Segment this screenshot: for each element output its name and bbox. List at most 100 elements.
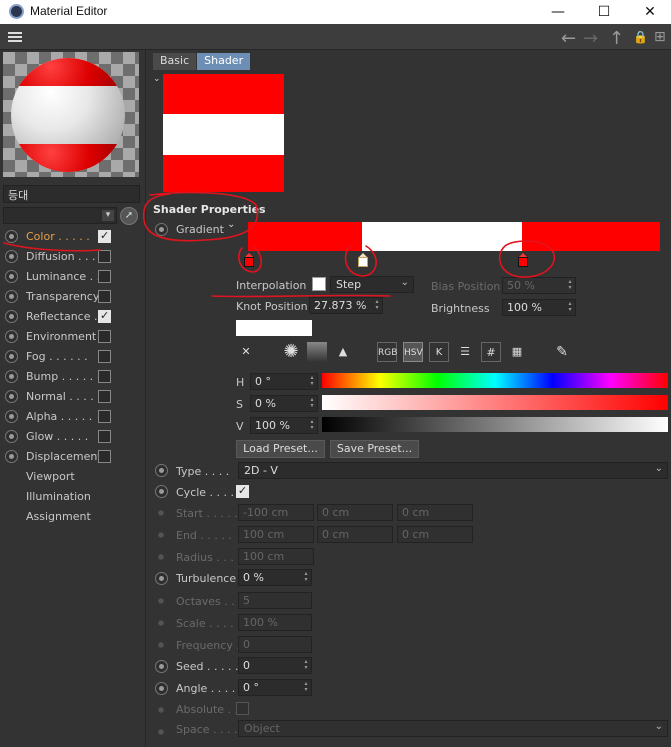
chevron-down-icon[interactable]: ▾ (102, 210, 114, 221)
knot-color-swatch[interactable] (236, 320, 312, 336)
radius-field[interactable]: 100 cm (238, 548, 314, 565)
channel-keyframe-radio[interactable] (5, 390, 18, 403)
cycle-keyframe-radio[interactable] (155, 485, 168, 498)
channel-row[interactable]: Diffusion . . . (0, 247, 145, 267)
channel-row[interactable]: Reflectance . (0, 307, 145, 327)
channel-enable-checkbox[interactable] (98, 430, 111, 443)
close-button[interactable]: ✕ (630, 0, 670, 24)
channel-keyframe-radio[interactable] (5, 310, 18, 323)
scale-field[interactable]: 100 % (238, 614, 312, 631)
color-image-icon[interactable] (307, 342, 327, 362)
channel-keyframe-radio[interactable] (5, 370, 18, 383)
minimize-button[interactable]: — (538, 0, 578, 24)
channel-enable-checkbox[interactable] (98, 309, 111, 323)
load-preset-button[interactable]: Load Preset... (236, 440, 325, 458)
seed-keyframe-radio[interactable] (155, 660, 168, 673)
type-dropdown[interactable]: 2D - V ⌄ (238, 462, 668, 479)
channel-keyframe-radio[interactable] (5, 250, 18, 263)
h-field[interactable]: 0 ° ▴ ▾ (250, 373, 318, 390)
tab-basic[interactable]: Basic (153, 53, 197, 70)
channel-row[interactable]: Alpha . . . . . (0, 407, 145, 427)
turbulence-field[interactable]: 0 % ▴ ▾ (238, 569, 312, 586)
up-arrow-icon[interactable]: ↑ (609, 28, 624, 49)
channel-enable-checkbox[interactable] (98, 350, 111, 363)
end-x-field[interactable]: 100 cm (238, 526, 314, 543)
channel-keyframe-radio[interactable] (5, 290, 18, 303)
channel-row[interactable]: Normal . . . . (0, 387, 145, 407)
channel-keyframe-radio[interactable] (5, 410, 18, 423)
frequency-field[interactable]: 0 (238, 636, 312, 653)
pick-object-icon[interactable]: ➚ (120, 207, 138, 225)
gradient-menu-chevron-icon[interactable]: ⌄ (227, 219, 235, 230)
channel-row[interactable]: Displacement (0, 447, 145, 467)
color-mountain-icon[interactable]: ▲ (333, 342, 353, 362)
value-slider[interactable] (322, 417, 668, 432)
collapse-arrow-icon[interactable]: ⌄ (153, 74, 161, 84)
saturation-slider[interactable] (322, 395, 668, 410)
channel-row[interactable]: Bump . . . . . (0, 367, 145, 387)
type-keyframe-radio[interactable] (155, 464, 168, 477)
tab-shader[interactable]: Shader (197, 53, 251, 70)
lock-icon[interactable]: 🔒 (633, 30, 648, 44)
space-dropdown[interactable]: Object ⌄ (238, 720, 668, 737)
gradient-knot-1[interactable] (244, 253, 254, 267)
channel-row[interactable]: Transparency (0, 287, 145, 307)
channel-row[interactable]: Color . . . . . (0, 227, 145, 247)
hsv-mode-button[interactable]: HSV (403, 342, 423, 362)
channel-enable-checkbox[interactable] (98, 229, 111, 243)
start-y-field[interactable]: 0 cm (317, 504, 393, 521)
back-arrow-icon[interactable]: ← (561, 28, 576, 49)
channel-keyframe-radio[interactable] (5, 230, 18, 243)
channel-row[interactable]: Environment (0, 327, 145, 347)
channel-enable-checkbox[interactable] (98, 290, 111, 303)
kelvin-mode-button[interactable]: K (429, 342, 449, 362)
save-preset-button[interactable]: Save Preset... (330, 440, 419, 458)
channel-enable-checkbox[interactable] (98, 370, 111, 383)
channel-enable-checkbox[interactable] (98, 410, 111, 423)
interpolation-dropdown[interactable]: Step ⌄ (330, 276, 414, 293)
channel-row[interactable]: Luminance . . (0, 267, 145, 287)
channel-viewport[interactable]: Viewport (26, 470, 75, 483)
seed-field[interactable]: 0 ▴ ▾ (238, 657, 312, 674)
angle-keyframe-radio[interactable] (155, 682, 168, 695)
eyedropper-icon[interactable]: ✎ (552, 342, 572, 362)
rgb-mode-button[interactable]: RGB (377, 342, 397, 362)
end-z-field[interactable]: 0 cm (397, 526, 473, 543)
bias-position-field[interactable]: 50 % ▴ ▾ (502, 277, 576, 294)
octaves-field[interactable]: 5 (238, 592, 312, 609)
sliders-icon[interactable]: ☰ (455, 342, 475, 362)
material-preview[interactable] (3, 52, 139, 177)
knot-position-field[interactable]: 27.873 % ▴ ▾ (309, 297, 383, 314)
channel-keyframe-radio[interactable] (5, 450, 18, 463)
channel-assignment[interactable]: Assignment (26, 510, 91, 523)
end-y-field[interactable]: 0 cm (317, 526, 393, 543)
channel-enable-checkbox[interactable] (98, 270, 111, 283)
turbulence-keyframe-radio[interactable] (155, 572, 168, 585)
cycle-checkbox[interactable]: ✓ (236, 485, 249, 498)
channel-illumination[interactable]: Illumination (26, 490, 91, 503)
angle-field[interactable]: 0 ° ▴ ▾ (238, 679, 312, 696)
channel-row[interactable]: Fog . . . . . . (0, 347, 145, 367)
channel-filter-field[interactable]: ▾ (3, 207, 117, 224)
channel-enable-checkbox[interactable] (98, 450, 111, 463)
hue-slider[interactable] (322, 373, 668, 388)
v-field[interactable]: 100 % ▴ ▾ (250, 417, 318, 434)
gradient-knot-3[interactable] (518, 253, 528, 267)
color-picker-spectrum-icon[interactable]: ✕ (236, 342, 256, 362)
maximize-button[interactable]: ☐ (584, 0, 624, 24)
brightness-field[interactable]: 100 % ▴ ▾ (502, 299, 576, 316)
new-panel-icon[interactable]: ⊞ (654, 29, 666, 45)
channel-enable-checkbox[interactable] (98, 250, 111, 263)
swatch-grid-icon[interactable]: ▦ (507, 342, 527, 362)
channel-enable-checkbox[interactable] (98, 390, 111, 403)
channel-row[interactable]: Glow . . . . . (0, 427, 145, 447)
hex-mode-button[interactable]: # (481, 342, 501, 362)
material-name-field[interactable]: 등대 (3, 185, 140, 203)
gradient-bar[interactable] (248, 222, 660, 251)
start-x-field[interactable]: -100 cm (238, 504, 314, 521)
gradient-knot-2[interactable] (358, 253, 368, 267)
s-field[interactable]: 0 % ▴ ▾ (250, 395, 318, 412)
start-z-field[interactable]: 0 cm (397, 504, 473, 521)
channel-keyframe-radio[interactable] (5, 270, 18, 283)
channel-keyframe-radio[interactable] (5, 430, 18, 443)
